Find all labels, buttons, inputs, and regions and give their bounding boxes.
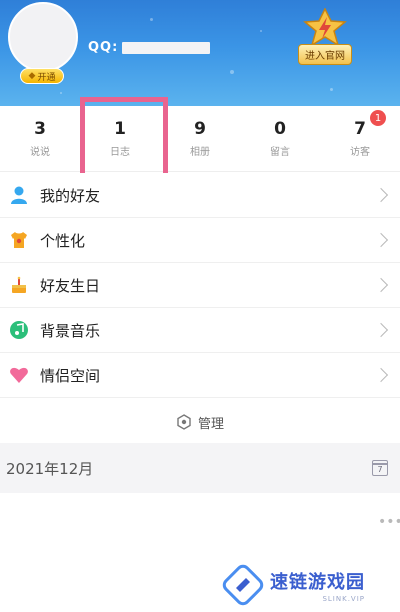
menu-label: 我的好友 bbox=[40, 186, 101, 205]
chevron-right-icon bbox=[373, 187, 389, 203]
chevron-right-icon bbox=[373, 367, 389, 383]
chevron-right-icon bbox=[373, 322, 389, 338]
vip-open-badge[interactable]: ◆ 开通 bbox=[20, 68, 64, 84]
stat-label: 访客 bbox=[350, 147, 370, 158]
cake-icon bbox=[8, 274, 30, 296]
watermark: 速链游戏园 SLINK.VIP bbox=[222, 562, 392, 608]
chevron-right-icon bbox=[373, 277, 389, 293]
vip-label: 开通 bbox=[37, 72, 56, 83]
more-dots-icon[interactable]: ••• bbox=[378, 514, 400, 530]
official-site-label: 进入官网 bbox=[298, 44, 352, 65]
watermark-logo-icon bbox=[222, 564, 264, 606]
visitor-count-badge: 1 bbox=[370, 110, 386, 126]
shirt-icon bbox=[8, 229, 30, 251]
stat-messages[interactable]: 0 留言 bbox=[240, 106, 320, 171]
menu-item-personalize[interactable]: 个性化 bbox=[0, 218, 400, 263]
avatar[interactable] bbox=[8, 2, 78, 72]
calendar-icon[interactable]: 7 bbox=[372, 460, 388, 476]
calendar-day: 7 bbox=[377, 464, 383, 474]
manage-button[interactable]: 管理 bbox=[0, 401, 400, 443]
date-bar: 2021年12月 7 bbox=[0, 443, 400, 493]
menu-item-birthdays[interactable]: 好友生日 bbox=[0, 263, 400, 308]
person-icon bbox=[8, 184, 30, 206]
stat-value: 3 bbox=[34, 119, 46, 139]
stat-label: 留言 bbox=[270, 147, 290, 158]
profile-header: ◆ 开通 QQ: 进入官网 bbox=[0, 0, 400, 106]
menu-label: 个性化 bbox=[40, 231, 86, 250]
diamond-icon: ◆ bbox=[28, 71, 36, 81]
menu-item-friends[interactable]: 我的好友 bbox=[0, 173, 400, 218]
menu-item-couple-space[interactable]: 情侣空间 bbox=[0, 353, 400, 398]
watermark-subtext: SLINK.VIP bbox=[322, 594, 365, 603]
chevron-right-icon bbox=[373, 232, 389, 248]
music-icon bbox=[8, 319, 30, 341]
stat-label: 相册 bbox=[190, 147, 210, 158]
stat-value: 1 bbox=[114, 119, 126, 139]
stat-label: 日志 bbox=[110, 147, 130, 158]
stat-value: 0 bbox=[274, 119, 286, 139]
stat-label: 说说 bbox=[30, 147, 50, 158]
heart-icon bbox=[8, 364, 30, 386]
stats-bar: 3 说说 1 日志 9 相册 0 留言 7 访客 1 bbox=[0, 106, 400, 172]
star-lightning-icon bbox=[303, 8, 347, 47]
stat-value: 9 bbox=[194, 119, 206, 139]
menu-label: 情侣空间 bbox=[40, 366, 101, 385]
menu-label: 好友生日 bbox=[40, 276, 101, 295]
stat-shuoshuo[interactable]: 3 说说 bbox=[0, 106, 80, 171]
menu-item-music[interactable]: 背景音乐 bbox=[0, 308, 400, 353]
official-site-button[interactable]: 进入官网 bbox=[288, 8, 362, 70]
watermark-text: 速链游戏园 bbox=[270, 571, 365, 593]
menu-list: 我的好友 个性化 好友生日 背景音乐 情侣空间 bbox=[0, 173, 400, 398]
hexagon-settings-icon bbox=[177, 414, 191, 430]
manage-label: 管理 bbox=[197, 416, 224, 432]
stat-visitors[interactable]: 7 访客 1 bbox=[320, 106, 400, 171]
stat-value: 7 bbox=[354, 119, 366, 139]
qq-number-redacted bbox=[122, 42, 210, 54]
stat-blog[interactable]: 1 日志 bbox=[80, 106, 160, 171]
date-label: 2021年12月 bbox=[6, 459, 94, 478]
menu-label: 背景音乐 bbox=[40, 321, 101, 340]
qq-label: QQ: bbox=[88, 40, 119, 55]
stat-album[interactable]: 9 相册 bbox=[160, 106, 240, 171]
